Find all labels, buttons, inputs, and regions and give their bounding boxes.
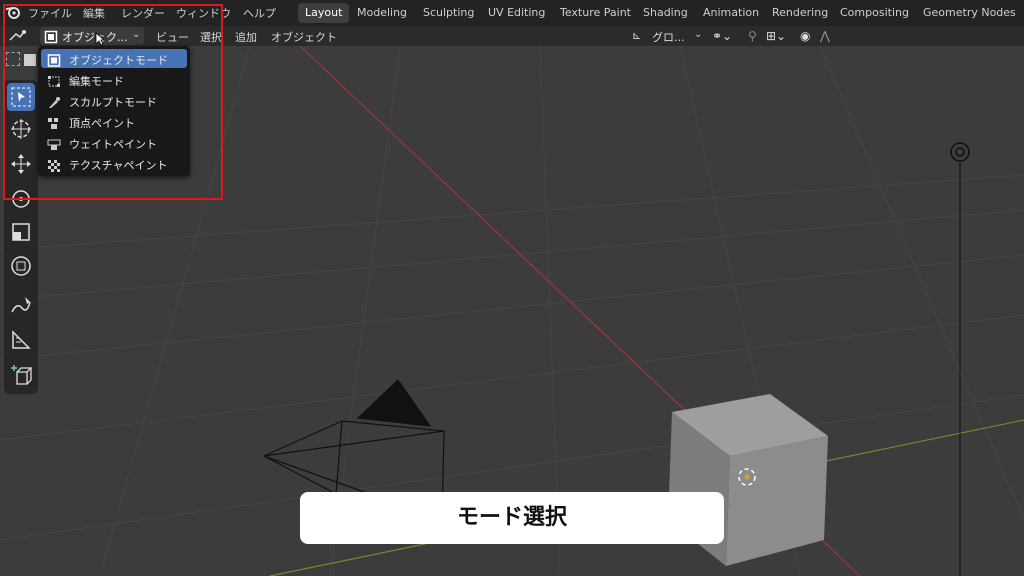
- chevron-down-icon: ⌄: [694, 29, 703, 40]
- highlight-box: [3, 4, 223, 200]
- transform-icon: [11, 256, 31, 276]
- snap-icon[interactable]: ⚲: [748, 29, 757, 43]
- tab-texture-paint[interactable]: Texture Paint: [553, 3, 638, 23]
- light-object[interactable]: [950, 142, 970, 576]
- proportional-edit-icon[interactable]: ◉: [800, 29, 810, 43]
- add-cube-tool[interactable]: [7, 362, 35, 390]
- orientation-icon: ⊾: [632, 29, 642, 42]
- add-cube-icon: [11, 365, 33, 385]
- tab-uv-editing[interactable]: UV Editing: [481, 3, 552, 23]
- tab-compositing[interactable]: Compositing: [833, 3, 916, 23]
- annotate-icon: [11, 297, 31, 313]
- measure-tool[interactable]: [7, 326, 35, 354]
- caption-box: モード選択: [300, 492, 724, 544]
- tab-geometry-nodes[interactable]: Geometry Nodes: [916, 3, 1023, 23]
- scale-icon: [12, 223, 30, 241]
- menu-add[interactable]: 追加: [235, 29, 257, 45]
- pivot-icon[interactable]: ⚭⌄: [712, 29, 732, 43]
- tab-layout[interactable]: Layout: [298, 3, 350, 23]
- falloff-icon[interactable]: ⋀: [820, 29, 830, 43]
- transform-tool[interactable]: [7, 252, 35, 280]
- tab-modeling[interactable]: Modeling: [350, 3, 414, 23]
- menu-help[interactable]: ヘルプ: [243, 5, 276, 21]
- orientation-dropdown[interactable]: ⊾ グロ... ⌄: [628, 27, 706, 45]
- menu-object[interactable]: オブジェクト: [271, 29, 337, 45]
- scale-tool[interactable]: [7, 218, 35, 246]
- tab-shading[interactable]: Shading: [636, 3, 695, 23]
- tab-rendering[interactable]: Rendering: [765, 3, 835, 23]
- orientation-label: グロ...: [652, 31, 685, 44]
- tab-sculpting[interactable]: Sculpting: [416, 3, 481, 23]
- measure-icon: [12, 330, 31, 349]
- snap-target-icon[interactable]: ⊞⌄: [766, 29, 786, 43]
- tab-animation[interactable]: Animation: [696, 3, 766, 23]
- caption-text: モード選択: [456, 505, 567, 530]
- annotate-tool[interactable]: [7, 292, 35, 320]
